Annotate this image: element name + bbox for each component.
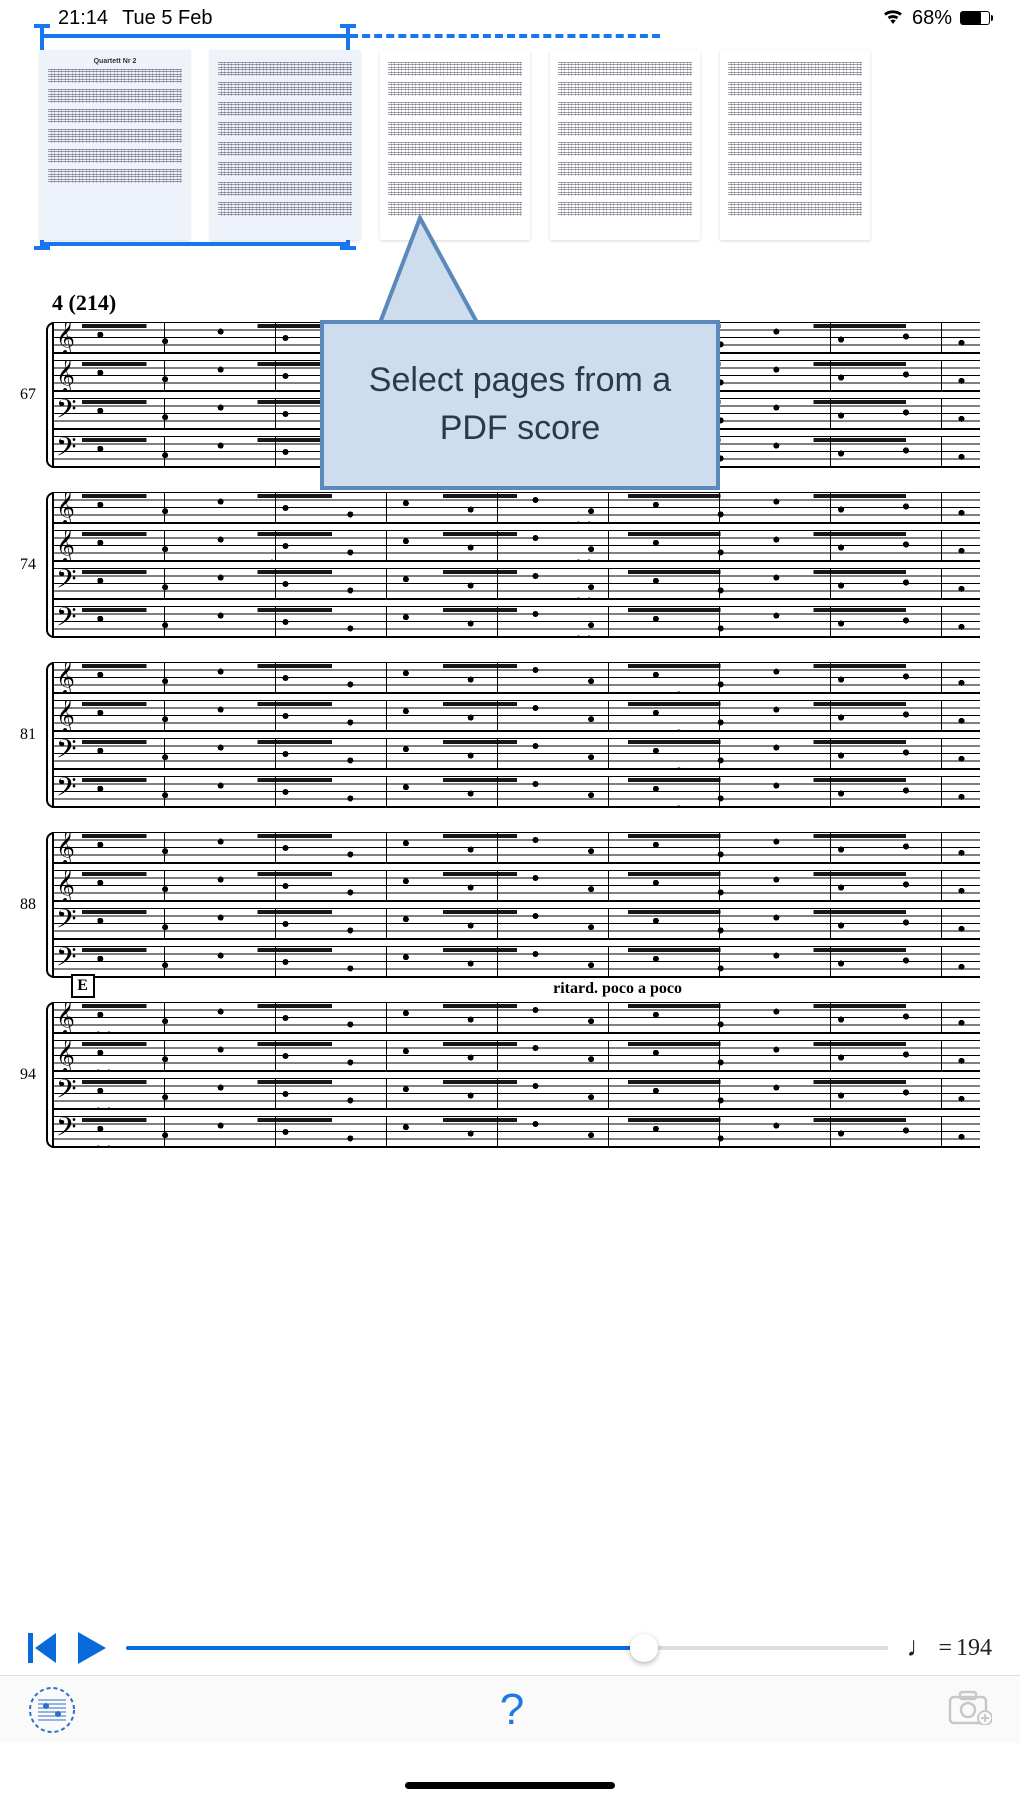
score-system-2: 74 D 𝄞 dolce 𝄞 più p dolce 𝄢 pp dolce 𝄢 … <box>52 492 980 638</box>
home-indicator[interactable] <box>405 1782 615 1789</box>
page-thumbnail-strip[interactable]: Quartett Nr 2 <box>40 40 1000 250</box>
status-bar: 21:14 Tue 5 Feb 68% <box>0 0 1020 36</box>
play-button[interactable] <box>76 1630 108 1666</box>
quarter-note-icon: ♩ <box>906 1632 934 1664</box>
skip-back-button[interactable] <box>28 1631 58 1665</box>
tutorial-callout: Select pages from a PDF score <box>320 320 720 490</box>
playback-bar: ♩ = 194 <box>28 1623 992 1673</box>
battery-percent: 68% <box>912 7 952 30</box>
score-system-3: 81 𝄞 cresc. f 𝄞 cresc. f 𝄢 cresc. arco f… <box>52 662 980 808</box>
score-system-5: 94 E ritard. poco a poco 𝄞 p dolce 𝄞 p d… <box>52 1002 980 1148</box>
page-thumbnail-4[interactable] <box>550 50 700 240</box>
app-icon[interactable] <box>28 1686 76 1734</box>
page-thumbnail-3[interactable] <box>380 50 530 240</box>
wifi-icon <box>882 7 904 30</box>
status-time: 21:14 <box>58 7 108 30</box>
page-thumbnail-1[interactable]: Quartett Nr 2 <box>40 50 190 240</box>
camera-add-button[interactable] <box>948 1689 992 1730</box>
help-button[interactable]: ? <box>500 1685 524 1735</box>
selection-dash-bottom <box>40 242 200 246</box>
rehearsal-mark-e: E <box>71 974 95 998</box>
tempo-display[interactable]: ♩ = 194 <box>906 1632 992 1664</box>
page-number: 4 (214) <box>52 290 980 316</box>
bottom-toolbar: ? <box>0 1675 1020 1743</box>
callout-text: Select pages from a PDF score <box>344 357 696 452</box>
page-thumbnail-5[interactable] <box>720 50 870 240</box>
slider-thumb[interactable] <box>630 1634 658 1662</box>
page-thumbnail-2[interactable] <box>210 50 360 240</box>
battery-icon <box>960 11 990 25</box>
playback-slider[interactable] <box>126 1646 888 1650</box>
score-system-4: 88 𝄞 𝄞 𝄢 𝄢 <box>52 832 980 978</box>
status-date: Tue 5 Feb <box>122 7 212 30</box>
